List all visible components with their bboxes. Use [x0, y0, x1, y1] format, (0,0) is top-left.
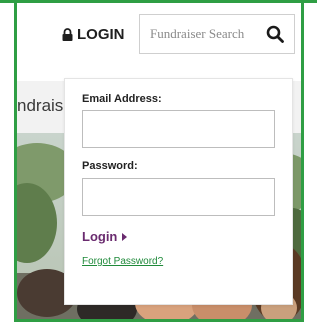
password-label: Password: [82, 160, 138, 172]
login-submit-button[interactable]: Login [82, 229, 128, 244]
password-field[interactable] [82, 178, 275, 216]
login-dropdown-panel: Email Address: Password: Login Forgot Pa… [64, 78, 293, 305]
caret-right-icon [122, 232, 128, 241]
email-label: Email Address: [82, 93, 162, 105]
login-submit-label: Login [82, 229, 118, 244]
forgot-password-link[interactable]: Forgot Password? [82, 256, 163, 267]
email-field[interactable] [82, 110, 275, 148]
